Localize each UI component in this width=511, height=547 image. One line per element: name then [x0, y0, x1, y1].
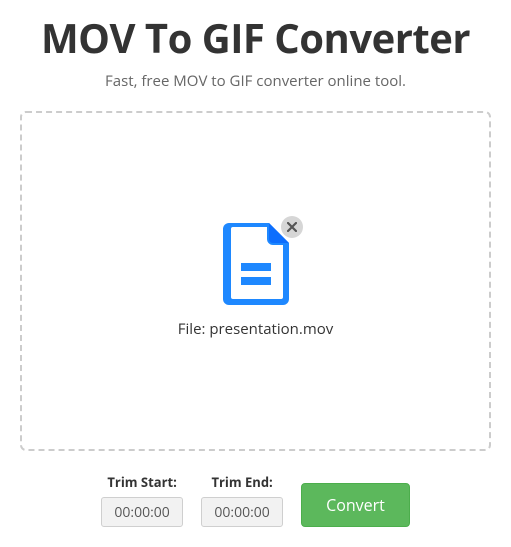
trim-end-label: Trim End:	[201, 473, 283, 491]
file-dropzone[interactable]: File: presentation.mov	[20, 111, 491, 451]
file-name-label: File: presentation.mov	[178, 319, 333, 339]
file-icon-wrap	[223, 223, 289, 305]
trim-end-group: Trim End:	[201, 473, 283, 527]
file-name: presentation.mov	[209, 319, 333, 339]
remove-file-button[interactable]	[281, 216, 303, 238]
trim-start-group: Trim Start:	[101, 473, 183, 527]
convert-button[interactable]: Convert	[301, 483, 410, 527]
file-icon	[223, 223, 289, 305]
trim-start-label: Trim Start:	[101, 473, 183, 491]
close-icon	[287, 222, 297, 232]
page-title: MOV To GIF Converter	[20, 10, 491, 65]
trim-start-input[interactable]	[101, 497, 183, 527]
controls-row: Trim Start: Trim End: Convert	[20, 473, 491, 527]
file-prefix: File:	[178, 319, 210, 339]
trim-end-input[interactable]	[201, 497, 283, 527]
page-subtitle: Fast, free MOV to GIF converter online t…	[20, 71, 491, 91]
